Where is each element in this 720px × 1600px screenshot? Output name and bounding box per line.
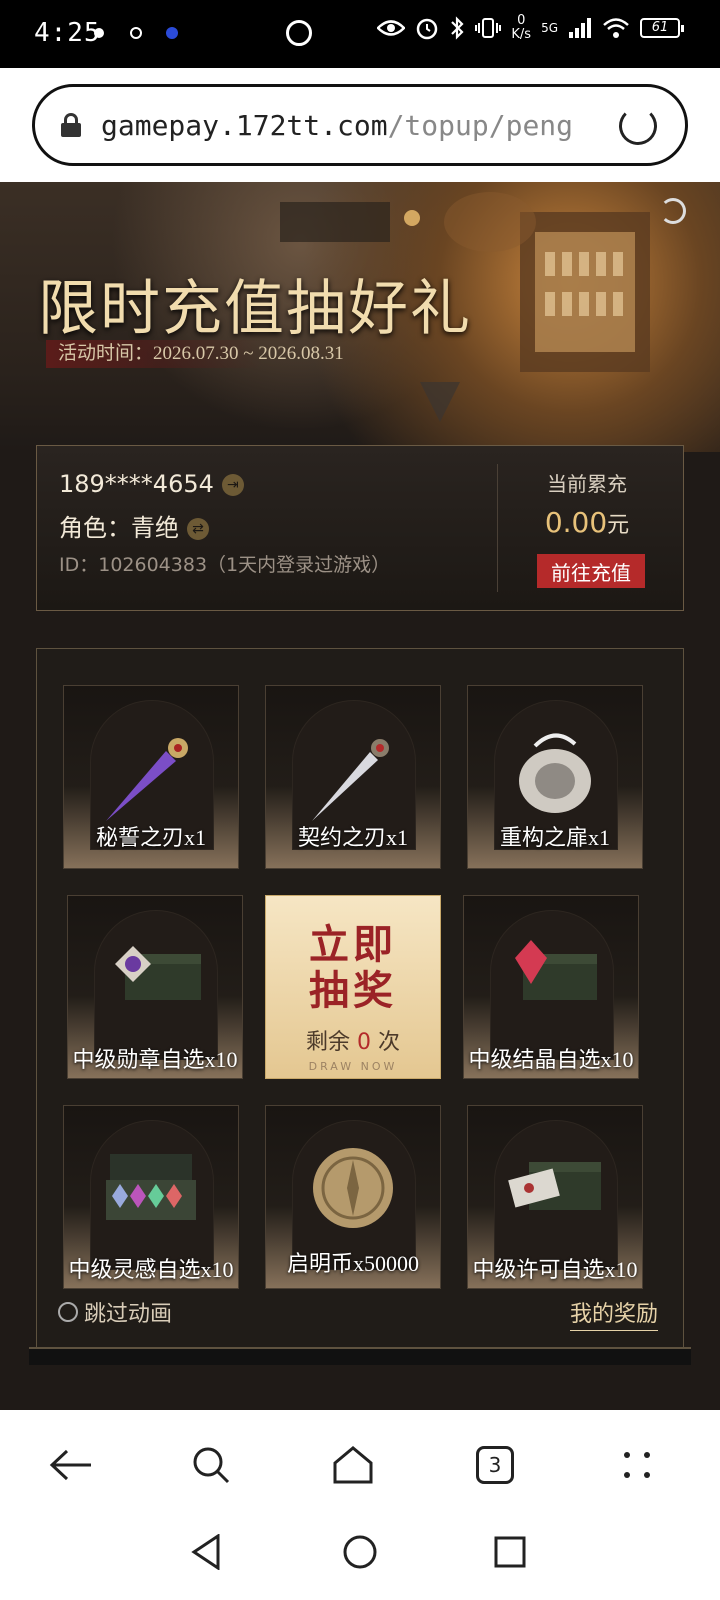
status-bar: 4:25 0 K/s 5G 61 [0, 0, 720, 68]
crystal-chest-icon [515, 940, 597, 1000]
network-type: 5G [541, 21, 558, 35]
silver-dagger-icon [312, 739, 389, 821]
radio-icon[interactable] [58, 1302, 78, 1322]
medal-chest-icon [115, 946, 201, 1000]
prize-tile: 秘誓之刃x1 [63, 685, 239, 869]
divider [497, 464, 498, 592]
menu-dots-icon [624, 1452, 650, 1478]
system-home-icon[interactable] [342, 1534, 378, 1570]
net-speed: 0 K/s [511, 14, 531, 42]
home-button[interactable] [328, 1440, 378, 1490]
prize-tile: 契约之刃x1 [265, 685, 441, 869]
account-phone: 189****4654 ⇥ [59, 470, 244, 498]
notification-dot-icon [94, 28, 104, 38]
prize-label: 中级结晶自选x10 [468, 1047, 634, 1072]
prize-tile: 中级灵感自选x10 [63, 1105, 239, 1289]
my-rewards-link[interactable]: 我的奖励 [569, 1296, 658, 1331]
prize-tile: 中级结晶自选x10 [463, 895, 639, 1079]
prize-label: 秘誓之刃x1 [95, 825, 206, 850]
url-text[interactable]: gamepay.172tt.com/topup/peng/cum [101, 109, 571, 142]
prize-label: 重构之扉x1 [499, 825, 610, 850]
switch-role-icon[interactable]: ⇄ [187, 518, 209, 540]
draw-subtitle: DRAW NOW [308, 1060, 398, 1073]
prize-tile: 重构之扉x1 [467, 685, 643, 869]
signal-icon [569, 18, 591, 38]
back-button[interactable] [46, 1440, 96, 1490]
total-recharge-amount: 0.00元 [507, 506, 667, 539]
draw-title: 立即 抽奖 [309, 922, 397, 1013]
wifi-icon [603, 18, 629, 38]
prize-label: 启明币x50000 [286, 1251, 419, 1276]
url-domain: gamepay.172tt.com [101, 108, 388, 142]
data-saver-icon [286, 20, 312, 46]
account-panel: 189****4654 ⇥ 角色：青绝 ⇄ ID：102604383（1天内登录过游… [36, 445, 684, 611]
system-navigation-bar [0, 1520, 720, 1600]
browser-toolbar: 3 [0, 1410, 720, 1520]
back-arrow-icon [49, 1449, 91, 1481]
system-recents-icon[interactable] [494, 1536, 526, 1568]
page-title: 限时充值抽好礼 [38, 276, 472, 342]
prize-label: 契约之刃x1 [297, 825, 408, 850]
vibrate-icon [475, 18, 502, 38]
shell-relic-icon [519, 733, 591, 813]
eye-icon [377, 20, 406, 36]
address-bar[interactable]: gamepay.172tt.com/topup/peng/cum [32, 84, 688, 166]
prize-label: 中级勋章自选x10 [72, 1047, 238, 1072]
license-chest-icon [508, 1162, 601, 1210]
phone-number: 189****4654 [59, 470, 214, 498]
net-speed-value: 0 [517, 13, 526, 28]
total-value: 0.00 [544, 506, 608, 539]
notification-app-icon [130, 27, 142, 39]
prize-tile: 中级勋章自选x10 [67, 895, 243, 1079]
status-indicators: 0 K/s 5G 61 [377, 14, 684, 42]
purple-dagger-icon [106, 738, 188, 821]
skip-animation-toggle[interactable]: 跳过动画 [58, 1296, 172, 1328]
alarm-icon [417, 18, 438, 40]
menu-button[interactable] [612, 1440, 662, 1490]
bluetooth-icon [451, 16, 464, 40]
skip-animation-label: 跳过动画 [84, 1301, 173, 1326]
prize-grid: 秘誓之刃x1 契约之刃x1 重构之扉x1 中级勋章自选x10 立即 抽奖 剩余 0… [29, 648, 691, 1365]
role-name: 角色：青绝 [59, 514, 179, 542]
prize-label: 中级灵感自选x10 [68, 1257, 234, 1282]
gem-case-icon [106, 1154, 196, 1220]
go-recharge-button[interactable]: 前往充值 [537, 554, 645, 588]
reload-icon[interactable] [619, 107, 657, 145]
tabs-count: 3 [476, 1446, 514, 1484]
net-speed-unit: K/s [511, 27, 532, 42]
prize-label: 中级许可自选x10 [472, 1257, 638, 1282]
tabs-button[interactable]: 3 [470, 1440, 520, 1490]
logout-icon[interactable]: ⇥ [221, 474, 244, 496]
browser-address-area: gamepay.172tt.com/topup/peng/cum [0, 68, 720, 182]
coin-icon [313, 1148, 393, 1228]
battery-icon: 61 [640, 18, 684, 38]
notification-shield-icon [166, 27, 178, 39]
event-date: 活动时间：2026.07.30 ~ 2026.08.31 [46, 340, 356, 368]
refresh-icon[interactable] [660, 198, 686, 224]
draw-now-button[interactable]: 立即 抽奖 剩余 0 次 DRAW NOW [265, 895, 441, 1079]
prize-tile: 中级许可自选x10 [467, 1105, 643, 1289]
home-icon [333, 1446, 373, 1484]
total-recharge-label: 当前累充 [547, 472, 627, 496]
search-icon [193, 1447, 230, 1484]
search-button[interactable] [186, 1440, 236, 1490]
total-unit: 元 [607, 513, 630, 538]
lock-icon[interactable] [61, 113, 81, 137]
draw-remaining: 剩余 0 次 [305, 1030, 401, 1055]
account-id: ID：102604383（1天内登录过游戏） [59, 554, 391, 576]
status-time: 4:25 [34, 18, 101, 48]
web-page: 限时充值抽好礼 活动时间：2026.07.30 ~ 2026.08.31 189… [0, 182, 720, 1410]
url-path: /topup/peng/cum [387, 108, 571, 142]
account-role: 角色：青绝 ⇄ [59, 508, 209, 543]
system-back-icon[interactable] [190, 1534, 222, 1570]
prize-tile: 启明币x50000 [265, 1105, 441, 1289]
hero-banner: 限时充值抽好礼 活动时间：2026.07.30 ~ 2026.08.31 [0, 182, 720, 452]
